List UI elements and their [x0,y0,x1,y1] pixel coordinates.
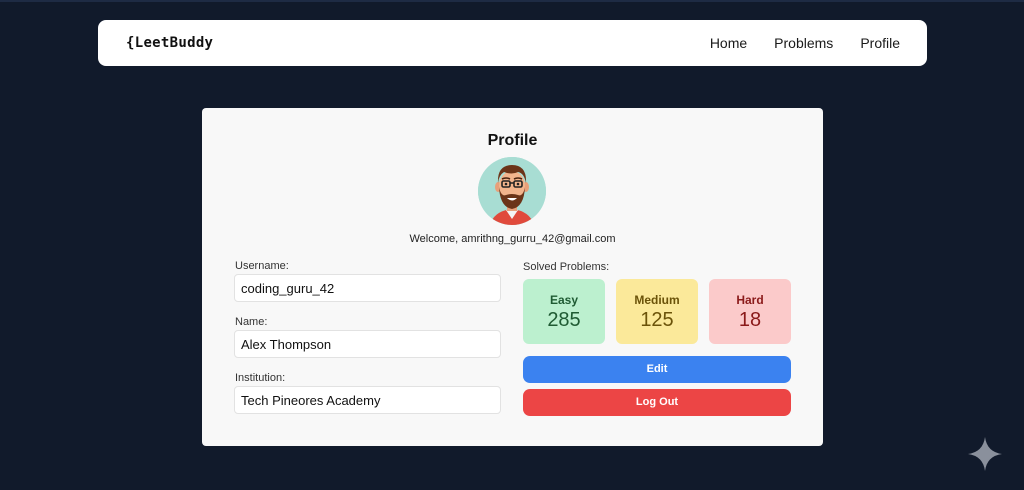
logout-button[interactable]: Log Out [523,389,791,416]
easy-stat-value: 285 [547,309,581,331]
bearded-man-avatar-icon [478,157,546,225]
easy-stat-card: Easy 285 [523,279,605,344]
nav-links: Home Problems Profile [710,35,900,51]
solved-problems-label: Solved Problems: [523,261,610,273]
nav-link-problems[interactable]: Problems [774,35,833,51]
medium-stat-value: 125 [640,309,674,331]
hard-stat-card: Hard 18 [709,279,791,344]
hard-stat-value: 18 [738,309,762,331]
nav-link-profile[interactable]: Profile [860,35,900,51]
institution-field[interactable]: Tech Pineores Academy [234,386,501,414]
nav-link-home[interactable]: Home [710,35,747,51]
name-field[interactable]: Alex Thompson [234,330,501,358]
username-label: Username: [235,260,289,272]
name-label: Name: [235,316,268,328]
medium-stat-card: Medium 125 [616,279,698,344]
username-field[interactable]: coding_guru_42 [234,274,501,302]
avatar [478,157,546,225]
page-title: Profile [487,132,538,149]
sparkle-icon [968,437,1002,471]
institution-label: Institution: [235,372,286,384]
hard-stat-label: Hard [736,293,764,307]
profile-card: Profile Welcome, amrithng_gurru_42@gmail… [202,108,823,446]
navbar: {LeetBuddy Home Problems Profile [98,20,927,66]
edit-button[interactable]: Edit [523,356,791,383]
easy-stat-label: Easy [549,293,579,307]
medium-stat-label: Medium [634,293,680,307]
welcome-text: Welcome, amrithng_gurru_42@gmail.com [409,233,616,245]
app-logo[interactable]: {LeetBuddy [126,35,213,51]
